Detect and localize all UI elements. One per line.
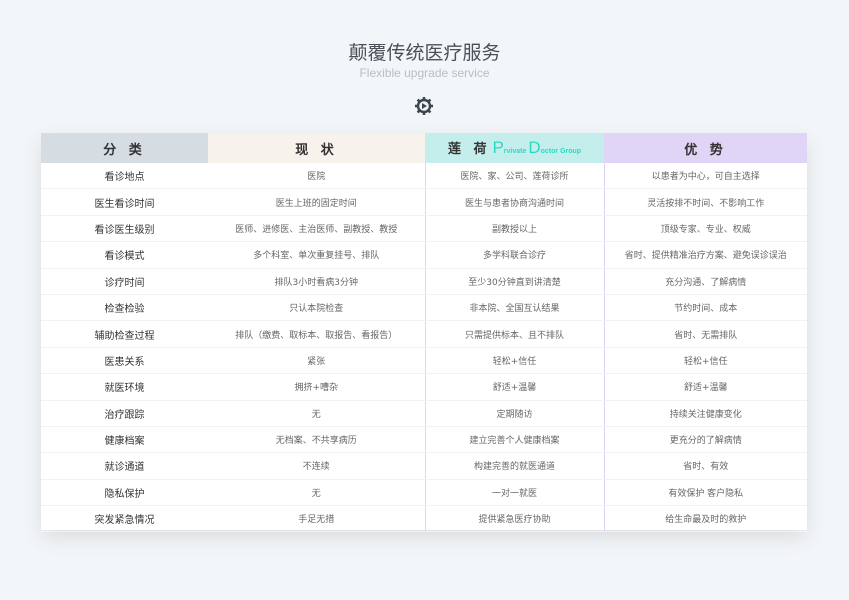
table-cell: 顶级专家、专业、权威 (603, 215, 807, 243)
table-cell: 多学科联合诊疗 (424, 241, 604, 269)
table-cell: 看诊医生级别 (41, 215, 208, 243)
table-cell: 省时、无需排队 (603, 320, 807, 348)
brand-logo-text: Prvivate Doctor Group (490, 138, 582, 157)
brand-rvivate: rvivate (503, 148, 529, 155)
comparison-table-card: 分 类现 状莲 荷 Prvivate Doctor Group 优 势 看诊地点医… (41, 133, 807, 533)
table-cell: 舒适+温馨 (603, 373, 807, 401)
table-cell: 医院、家、公司、莲荷诊所 (424, 163, 604, 190)
table-cell: 无 (208, 400, 425, 427)
table-cell: 看诊模式 (41, 241, 208, 269)
page-subtitle: Flexible upgrade service (359, 66, 490, 80)
comparison-table: 分 类现 状莲 荷 Prvivate Doctor Group 优 势 看诊地点医… (41, 133, 807, 533)
table-cell: 手足无措 (208, 505, 425, 533)
table-cell: 至少30分钟直到讲清楚 (424, 268, 604, 295)
table-cell: 省时、有效 (603, 452, 807, 480)
table-cell: 充分沟通、了解病情 (603, 268, 807, 295)
table-cell: 提供紧急医疗协助 (424, 505, 604, 533)
table-cell: 诊疗时间 (41, 268, 208, 295)
table-cell: 以患者为中心，可自主选择 (603, 163, 807, 190)
table-cell: 节约时间、成本 (603, 294, 807, 322)
table-cell: 医患关系 (41, 347, 208, 375)
brand-p: P (492, 138, 504, 157)
table-cell: 只需提供标本、且不排队 (424, 320, 604, 348)
table-cell: 轻松+信任 (424, 347, 604, 375)
table-cell: 有效保护 客户隐私 (603, 479, 807, 507)
column-header-label: 分 类 (103, 142, 146, 158)
table-row: 辅助检查过程 排队（缴费、取标本、取报告、看报告） 只需提供标本、且不排队 省时、无需… (41, 320, 807, 348)
table-cell: 健康档案 (41, 426, 208, 454)
table-row: 医生看诊时间 医生上班的固定时间 医生与患者协商沟通时间 灵活按排不时间、不影响工作 (41, 188, 807, 216)
table-cell: 看诊地点 (41, 163, 208, 190)
table-row: 就诊通道 不连续 构建完善的就医通道 省时、有效 (41, 452, 807, 480)
column-header-label: 现 状 (295, 142, 338, 158)
table-row: 治疗跟踪无定期随访 持续关注健康变化 (41, 400, 807, 427)
table-cell: 舒适+温馨 (424, 373, 604, 401)
column-header: 优 势 (604, 133, 807, 163)
column-header-label: 莲 荷 (447, 142, 491, 157)
table-cell: 无档案、不共享病历 (208, 426, 425, 454)
table-cell: 医生看诊时间 (41, 188, 208, 216)
table-row: 看诊地点 医院 医院、家、公司、莲荷诊所 以患者为中心，可自主选择 (41, 163, 807, 190)
table-cell: 非本院、全国互认结果 (424, 294, 604, 322)
column-header: 分 类 (41, 133, 208, 163)
table-row: 健康档案 无档案、不共享病历 建立完善个人健康档案 更充分的了解病情 (41, 426, 807, 454)
table-row: 医患关系 紧张 轻松+信任 轻松+信任 (41, 347, 807, 375)
table-cell: 多个科室、单次重复挂号、排队 (208, 241, 425, 269)
column-header: 现 状 (208, 133, 425, 163)
table-cell: 突发紧急情况 (41, 505, 208, 533)
table-cell: 更充分的了解病情 (603, 426, 807, 454)
table-cell: 一对一就医 (424, 479, 604, 507)
table-cell: 辅助检查过程 (41, 320, 208, 348)
table-cell: 持续关注健康变化 (603, 400, 807, 427)
table-cell: 定期随访 (424, 400, 604, 427)
column-header: 莲 荷 Prvivate Doctor Group (425, 133, 604, 163)
table-cell: 构建完善的就医通道 (424, 452, 604, 480)
table-cell: 轻松+信任 (603, 347, 807, 375)
table-cell: 紧张 (208, 347, 425, 375)
table-cell: 建立完善个人健康档案 (424, 426, 604, 454)
table-cell: 医院 (208, 163, 425, 190)
table-cell: 医师、进修医、主治医师、副教授、教授 (208, 215, 425, 243)
table-cell: 治疗跟踪 (41, 400, 208, 427)
page-title: 颠覆传统医疗服务 (348, 42, 501, 64)
table-cell: 拥挤+嘈杂 (208, 373, 425, 401)
table-row: 诊疗时间 排队3小时看病3分钟 至少30分钟直到讲清楚 充分沟通、了解病情 (41, 268, 807, 295)
table-row: 隐私保护无一对一就医 有效保护 客户隐私 (41, 479, 807, 507)
table-cell: 就医环境 (41, 373, 208, 401)
table-cell: 医生与患者协商沟通时间 (424, 188, 604, 216)
table-row: 检查检验 只认本院检查 非本院、全国互认结果 节约时间、成本 (41, 294, 807, 322)
table-cell: 无 (208, 479, 425, 507)
table-cell: 省时、提供精准治疗方案、避免误诊误治 (603, 241, 807, 269)
table-cell: 不连续 (208, 452, 425, 480)
table-cell: 医生上班的固定时间 (208, 188, 425, 216)
gear-icon (415, 97, 433, 115)
table-cell: 副教授以上 (424, 215, 604, 243)
table-row: 突发紧急情况 手足无措 提供紧急医疗协助 给生命最及时的救护 (41, 505, 807, 533)
table-cell: 隐私保护 (41, 479, 208, 507)
table-cell: 灵活按排不时间、不影响工作 (603, 188, 807, 216)
table-cell: 排队（缴费、取标本、取报告、看报告） (208, 320, 425, 348)
table-cell: 检查检验 (41, 294, 208, 322)
column-header-label: 优 势 (684, 142, 727, 158)
brand-d: D (528, 138, 541, 157)
table-cell: 给生命最及时的救护 (603, 505, 807, 533)
table-row: 看诊模式 多个科室、单次重复挂号、排队 多学科联合诊疗 省时、提供精准治疗方案、避免误… (41, 241, 807, 269)
table-cell: 排队3小时看病3分钟 (208, 268, 425, 295)
table-cell: 就诊通道 (41, 452, 208, 480)
table-row: 看诊医生级别 医师、进修医、主治医师、副教授、教授 副教授以上 顶级专家、专业、权威 (41, 215, 807, 243)
table-cell: 只认本院检查 (208, 294, 425, 322)
brand-octor: octor Group (540, 148, 582, 155)
table-row: 就医环境 拥挤+嘈杂 舒适+温馨 舒适+温馨 (41, 373, 807, 401)
